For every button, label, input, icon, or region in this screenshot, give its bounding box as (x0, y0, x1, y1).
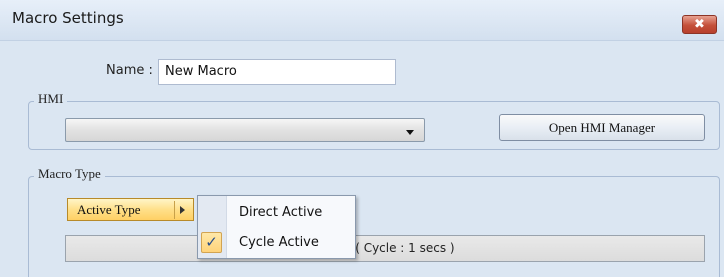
menu-item-label: Cycle Active (239, 235, 319, 250)
checkmark-icon: ✓ (201, 232, 222, 253)
hmi-select[interactable] (65, 118, 425, 142)
macro-settings-dialog: Macro Settings ✖ Name : New Macro HMI Op… (0, 0, 724, 277)
close-icon: ✖ (694, 17, 705, 32)
macro-type-group-legend: Macro Type (34, 166, 105, 182)
window-title: Macro Settings (12, 9, 124, 27)
menu-item-cycle-active[interactable]: ✓ Cycle Active (198, 229, 355, 257)
open-hmi-manager-button[interactable]: Open HMI Manager (499, 114, 705, 141)
menu-item-direct-active[interactable]: Direct Active (198, 199, 355, 227)
active-type-menu: Direct Active ✓ Cycle Active (197, 195, 356, 259)
name-label: Name : (106, 63, 153, 78)
close-button[interactable]: ✖ (682, 15, 717, 34)
active-type-button[interactable]: Active Type (67, 198, 194, 221)
chevron-right-icon[interactable] (180, 206, 185, 214)
chevron-down-icon (406, 130, 414, 135)
name-input[interactable]: New Macro (158, 59, 396, 85)
hmi-group-legend: HMI (34, 91, 68, 107)
menu-item-label: Direct Active (239, 205, 323, 220)
active-type-status-text: e ( Cycle : 1 secs ) (344, 241, 455, 255)
split-separator (174, 201, 175, 219)
title-bar[interactable]: Macro Settings ✖ (0, 0, 724, 41)
active-type-status-field: e ( Cycle : 1 secs ) (65, 235, 705, 262)
active-type-button-label: Active Type (77, 202, 141, 217)
